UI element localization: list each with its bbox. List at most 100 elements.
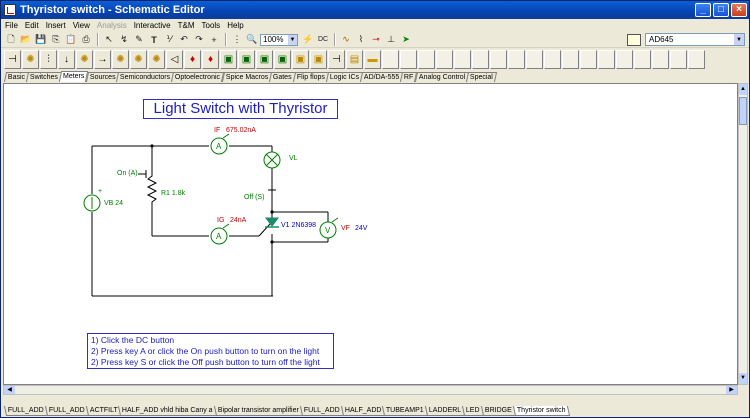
pencil-icon[interactable]: ✎ bbox=[132, 33, 146, 47]
resistor-component-icon[interactable]: ⫶ bbox=[40, 50, 57, 69]
sheet-tab-ladderl[interactable]: LADDERL bbox=[425, 406, 466, 416]
led-component-icon[interactable]: ✺ bbox=[130, 50, 147, 69]
tab-spice-macros[interactable]: Spice Macros bbox=[221, 72, 273, 82]
probe-component-icon[interactable]: ⊣ bbox=[328, 50, 345, 69]
vl-label: VL bbox=[289, 155, 298, 162]
empty-slot bbox=[490, 50, 507, 69]
tab-ad-da-555[interactable]: AD/DA-555 bbox=[359, 72, 404, 82]
display-component-icon[interactable]: ▣ bbox=[310, 50, 327, 69]
sheet-tab-tubeamp1[interactable]: TUBEAMP1 bbox=[382, 406, 429, 416]
instructions-box: 1) Click the DC button 2) Press key A or… bbox=[87, 333, 334, 369]
menu-file[interactable]: File bbox=[5, 21, 18, 30]
dc-analysis-icon[interactable]: ⚡ bbox=[301, 33, 315, 47]
rotate-left-icon[interactable]: ↶ bbox=[177, 33, 191, 47]
sheet-tab-actfilt[interactable]: ACTFILT bbox=[85, 406, 122, 416]
oscilloscope-component-icon[interactable]: ▣ bbox=[220, 50, 237, 69]
sheet-tab-thyristor-switch[interactable]: Thyristor switch bbox=[512, 406, 570, 416]
probe-icon[interactable]: ⊸ bbox=[369, 33, 383, 47]
part-library-icon[interactable] bbox=[627, 34, 641, 46]
generator-component-icon[interactable]: ▣ bbox=[256, 50, 273, 69]
indicator-component-icon[interactable]: ▬ bbox=[364, 50, 381, 69]
open-folder-icon[interactable]: 📂 bbox=[19, 33, 33, 47]
select-arrow-icon[interactable]: ↖ bbox=[102, 33, 116, 47]
tab-special[interactable]: Special bbox=[465, 72, 497, 82]
vertical-scroll-thumb[interactable] bbox=[739, 97, 747, 125]
new-file-icon[interactable]: 🗋 bbox=[4, 33, 18, 47]
diode-component-icon[interactable]: → bbox=[94, 50, 111, 69]
menu-tm[interactable]: T&M bbox=[178, 21, 195, 30]
sheet-tab-half-add[interactable]: HALF_ADD bbox=[340, 406, 386, 416]
cursor-icon[interactable]: ⊥ bbox=[384, 33, 398, 47]
scroll-right-icon[interactable]: ▶ bbox=[726, 386, 737, 394]
copy-icon[interactable]: ⎘ bbox=[49, 33, 63, 47]
ground-component-icon[interactable]: ⊣ bbox=[4, 50, 21, 69]
tab-semiconductors[interactable]: Semiconductors bbox=[116, 72, 175, 82]
scroll-down-icon[interactable]: ▼ bbox=[739, 373, 747, 384]
menu-insert[interactable]: Insert bbox=[46, 21, 66, 30]
paste-icon[interactable]: 📋 bbox=[64, 33, 78, 47]
horizontal-scrollbar[interactable]: ◀ ▶ bbox=[3, 385, 738, 395]
tab-analog-control[interactable]: Analog Control bbox=[414, 72, 470, 82]
empty-slot bbox=[418, 50, 435, 69]
scroll-left-icon[interactable]: ◀ bbox=[4, 386, 15, 394]
tab-gates[interactable]: Gates bbox=[268, 72, 296, 82]
rotate-right-icon[interactable]: ↷ bbox=[192, 33, 206, 47]
zoom-value: 100% bbox=[263, 35, 284, 44]
close-button[interactable]: × bbox=[731, 3, 747, 17]
voltmeter-component-icon[interactable]: ✺ bbox=[22, 50, 39, 69]
text-icon[interactable]: T bbox=[147, 33, 161, 47]
ig-label: IG bbox=[217, 217, 225, 224]
vf-label: VF bbox=[341, 225, 350, 232]
arrow-down-component-icon[interactable]: ↓ bbox=[58, 50, 75, 69]
pin-component-icon[interactable]: ♦ bbox=[184, 50, 201, 69]
pin2-component-icon[interactable]: ♦ bbox=[202, 50, 219, 69]
menu-analysis[interactable]: Analysis bbox=[97, 21, 127, 30]
scroll-up-icon[interactable]: ▲ bbox=[739, 84, 747, 95]
transient-icon[interactable]: ⌇ bbox=[354, 33, 368, 47]
analyzer-component-icon[interactable]: ▣ bbox=[274, 50, 291, 69]
menu-tools[interactable]: Tools bbox=[202, 21, 221, 30]
light-component-icon[interactable]: ✺ bbox=[112, 50, 129, 69]
menu-interactive[interactable]: Interactive bbox=[134, 21, 171, 30]
tab-meters[interactable]: Meters bbox=[58, 71, 89, 82]
vertical-scrollbar[interactable]: ▲ ▼ bbox=[738, 83, 748, 385]
sheet-tab-full-add-2[interactable]: FULL_ADD bbox=[44, 406, 89, 416]
tab-optoelectronic[interactable]: Optoelectronic bbox=[171, 72, 225, 82]
tab-flip-flops[interactable]: Flip flops bbox=[292, 72, 329, 82]
sheet-tab-full-add-3[interactable]: FULL_ADD bbox=[299, 406, 344, 416]
counter-component-icon[interactable]: ▣ bbox=[292, 50, 309, 69]
speaker-component-icon[interactable]: ◁ bbox=[166, 50, 183, 69]
tab-switches[interactable]: Switches bbox=[26, 72, 63, 82]
tab-sources[interactable]: Sources bbox=[85, 72, 120, 82]
minimize-button[interactable]: _ bbox=[695, 3, 711, 17]
dc-button-icon[interactable]: DC bbox=[316, 33, 330, 47]
formula-icon[interactable]: ⅟ bbox=[162, 33, 176, 47]
tab-logic-ics[interactable]: Logic ICs bbox=[325, 72, 363, 82]
grid-icon[interactable]: ⋮ bbox=[230, 33, 244, 47]
menu-edit[interactable]: Edit bbox=[25, 21, 39, 30]
multimeter-component-icon[interactable]: ▣ bbox=[238, 50, 255, 69]
save-icon[interactable]: 💾 bbox=[34, 33, 48, 47]
print-icon[interactable]: ⎙ bbox=[79, 33, 93, 47]
part-selector[interactable]: AD645 ▼ bbox=[645, 33, 745, 46]
title-bar[interactable]: Thyristor switch - Schematic Editor _ □ … bbox=[1, 1, 749, 19]
meter-component-icon[interactable]: ✺ bbox=[148, 50, 165, 69]
ac-analysis-icon[interactable]: ∿ bbox=[339, 33, 353, 47]
lamp-component-icon[interactable]: ✺ bbox=[76, 50, 93, 69]
svg-text:V: V bbox=[325, 226, 331, 235]
sheet-tab-bipolar-amplifier[interactable]: Bipolar transistor amplifier bbox=[214, 406, 304, 416]
empty-slot bbox=[526, 50, 543, 69]
menu-view[interactable]: View bbox=[73, 21, 90, 30]
schematic-canvas[interactable]: Light Switch with Thyristor + A A V IF 6… bbox=[3, 83, 738, 385]
bar-graph-component-icon[interactable]: ▤ bbox=[346, 50, 363, 69]
sheet-tab-half-add-vhld[interactable]: HALF_ADD vhld hiba Cany a bbox=[118, 406, 218, 416]
run-icon[interactable]: ➤ bbox=[399, 33, 413, 47]
zoom-select[interactable]: 100% ▼ bbox=[260, 33, 298, 46]
menu-help[interactable]: Help bbox=[227, 21, 243, 30]
add-icon[interactable]: + bbox=[207, 33, 221, 47]
sheet-tab-bridge[interactable]: BRIDGE bbox=[481, 406, 516, 416]
zoom-icon[interactable]: 🔍 bbox=[245, 33, 259, 47]
maximize-button[interactable]: □ bbox=[713, 3, 729, 17]
wire-icon[interactable]: ↯ bbox=[117, 33, 131, 47]
sheet-tab-full-add[interactable]: FULL_ADD bbox=[3, 406, 48, 416]
